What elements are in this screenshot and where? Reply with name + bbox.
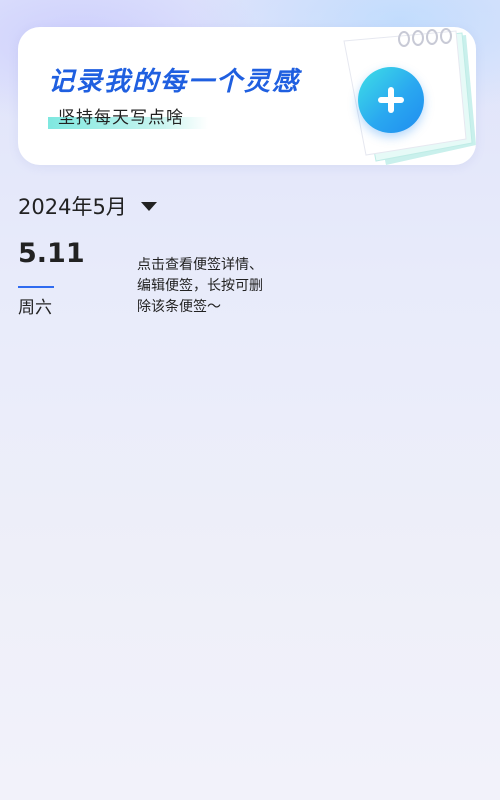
plus-icon (378, 87, 404, 113)
inspiration-banner: 记录我的每一个灵感 坚持每天写点啥 (18, 27, 476, 165)
month-label: 2024年5月 (18, 195, 127, 219)
hint-line: 点击查看便签详情、 (137, 257, 263, 273)
day-date: 5.11 (18, 238, 85, 269)
hint-line: 编辑便签，长按可删 (137, 278, 263, 294)
banner-subtitle-wrap: 坚持每天写点啥 (48, 103, 208, 129)
caret-down-icon (140, 201, 157, 211)
banner-title: 记录我的每一个灵感 (48, 67, 301, 97)
banner-subtitle: 坚持每天写点啥 (58, 108, 184, 128)
day-weekday: 周六 (18, 298, 52, 318)
add-note-button[interactable] (358, 67, 424, 133)
day-underline (18, 286, 54, 288)
month-selector[interactable]: 2024年5月 (18, 190, 157, 222)
hint-line: 除该条便签～ (137, 299, 221, 315)
usage-hint: 点击查看便签详情、 编辑便签，长按可删 除该条便签～ (137, 255, 307, 318)
